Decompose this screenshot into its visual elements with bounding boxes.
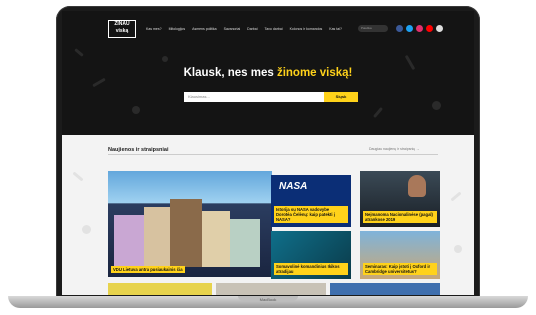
social-links (396, 25, 443, 32)
news-card-thumbnail[interactable] (330, 283, 440, 295)
nav-item[interactable]: Kolonos ir komandos (290, 27, 323, 31)
screen: ŽINAU viską Kas mes? Mitologijos Asmens … (62, 11, 474, 295)
news-card-caption: Neįmanoma Nacionalinėse (pagal) atrankos… (363, 211, 437, 223)
decor-shape (92, 77, 106, 88)
house-image (144, 207, 170, 267)
news-card[interactable]: Neįmanoma Nacionalinėse (pagal) atrankos… (360, 171, 440, 227)
device-label: MacBook (259, 297, 277, 302)
decor-shape (162, 56, 168, 62)
nav-item[interactable]: Savanoriai (224, 27, 241, 31)
house-image (202, 211, 230, 267)
section-divider (108, 154, 438, 155)
news-card-featured[interactable]: VDU Lietuva antra pusiaukainis čia (108, 171, 272, 277)
house-image (170, 199, 202, 267)
nav-item[interactable]: Kas tai? (329, 27, 342, 31)
person-image (408, 175, 426, 197)
headline-highlight: žinome viską! (276, 67, 353, 79)
news-section: Naujienos ir straipsniai Daugiau naujien… (62, 135, 474, 295)
site-logo[interactable]: ŽINAU viską (108, 20, 136, 38)
news-card-thumbnail[interactable] (108, 283, 212, 295)
more-news-link[interactable]: Daugiau naujienų ir straipsnių → (369, 147, 420, 151)
news-card-caption: Seminaras: Kaip įstoti į Oxford ir Cambr… (363, 263, 437, 275)
hero-search-input[interactable]: Klausimas... (184, 92, 324, 102)
news-card[interactable]: NASA Istorija su NASA vadovybe Dorotėa Č… (271, 175, 351, 227)
decor-shape (82, 225, 91, 234)
house-image (230, 219, 260, 267)
top-nav: ŽINAU viską Kas mes? Mitologijos Asmens … (62, 11, 474, 45)
nav-item[interactable]: Darbai (247, 27, 257, 31)
news-card-thumbnail[interactable] (216, 283, 326, 295)
decor-shape (132, 106, 140, 114)
nav-item[interactable]: Asmens politika (192, 27, 217, 31)
nasa-logo-image: NASA (279, 181, 308, 192)
nav-item[interactable]: Mitologijos (169, 27, 186, 31)
news-card-caption: Istorija su NASA vadovybe Dorotėa Čelėnų… (274, 206, 348, 223)
logo-line1: ŽINAU (114, 21, 130, 27)
news-card[interactable]: Somavolinė komandinius Ikikos atradijau (271, 231, 351, 279)
laptop-frame: ŽINAU viską Kas mes? Mitologijos Asmens … (0, 0, 536, 315)
nav-item[interactable]: Tavo darbai (264, 27, 282, 31)
instagram-icon[interactable] (416, 25, 423, 32)
hero-search-button[interactable]: Siųsk (324, 92, 358, 102)
facebook-icon[interactable] (396, 25, 403, 32)
decor-shape (372, 106, 384, 119)
news-card-caption: Somavolinė komandinius Ikikos atradijau (274, 263, 348, 275)
decor-shape (432, 101, 441, 110)
hero-section: ŽINAU viską Kas mes? Mitologijos Asmens … (62, 11, 474, 135)
news-card-caption: VDU Lietuva antra pusiaukainis čia (111, 266, 185, 273)
nav-search-input[interactable]: Paieška (358, 25, 388, 32)
decor-shape (454, 245, 462, 253)
decor-shape (72, 171, 84, 182)
decor-shape (450, 191, 462, 202)
youtube-icon[interactable] (426, 25, 433, 32)
section-title: Naujienos ir straipsniai (108, 147, 169, 153)
logo-line2: viską (115, 28, 129, 34)
twitter-icon[interactable] (406, 25, 413, 32)
hero-headline: Klausk, nes mes žinome viską! (62, 67, 474, 79)
decor-shape (74, 48, 84, 57)
nav-item[interactable]: Kas mes? (146, 27, 162, 31)
main-menu: Kas mes? Mitologijos Asmens politika Sav… (146, 27, 342, 31)
house-image (114, 215, 144, 267)
email-icon[interactable] (436, 25, 443, 32)
news-card[interactable]: Seminaras: Kaip įstoti į Oxford ir Cambr… (360, 231, 440, 279)
headline-prefix: Klausk, nes mes (183, 67, 277, 79)
